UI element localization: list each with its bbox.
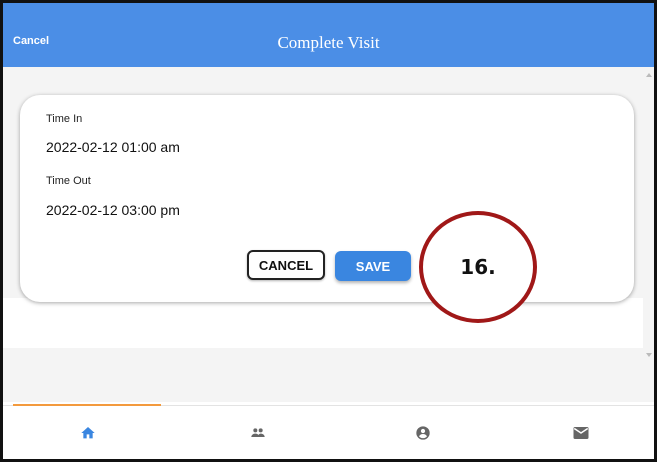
page-title: Complete Visit [277, 33, 380, 52]
people-icon [251, 428, 265, 437]
nav-item-people[interactable] [208, 406, 308, 459]
account-icon [416, 426, 430, 440]
time-in-field[interactable]: 2022-02-12 01:00 am [46, 139, 180, 155]
nav-item-account[interactable] [373, 406, 473, 459]
scroll-up-arrow-icon[interactable] [646, 73, 652, 77]
nav-item-home[interactable] [38, 406, 138, 459]
save-button[interactable]: SAVE [335, 251, 411, 281]
nav-item-mail[interactable] [531, 406, 631, 459]
time-in-label: Time In [46, 113, 83, 125]
scrollbar[interactable] [646, 67, 652, 367]
content-blank-area [3, 298, 643, 348]
time-out-label: Time Out [46, 175, 91, 187]
visit-form-card: Time In 2022-02-12 01:00 am Time Out 202… [20, 95, 634, 302]
mail-icon [573, 427, 589, 439]
scroll-down-arrow-icon[interactable] [646, 353, 652, 357]
app-window: Cancel Complete Visit Time In 2022-02-12… [0, 0, 657, 462]
app-header: Cancel Complete Visit [3, 3, 654, 67]
step-annotation-circle: 16. [419, 211, 537, 323]
time-out-field[interactable]: 2022-02-12 03:00 pm [46, 202, 180, 218]
bottom-nav [3, 404, 654, 459]
home-icon [81, 427, 95, 439]
cancel-button[interactable]: CANCEL [247, 250, 325, 280]
